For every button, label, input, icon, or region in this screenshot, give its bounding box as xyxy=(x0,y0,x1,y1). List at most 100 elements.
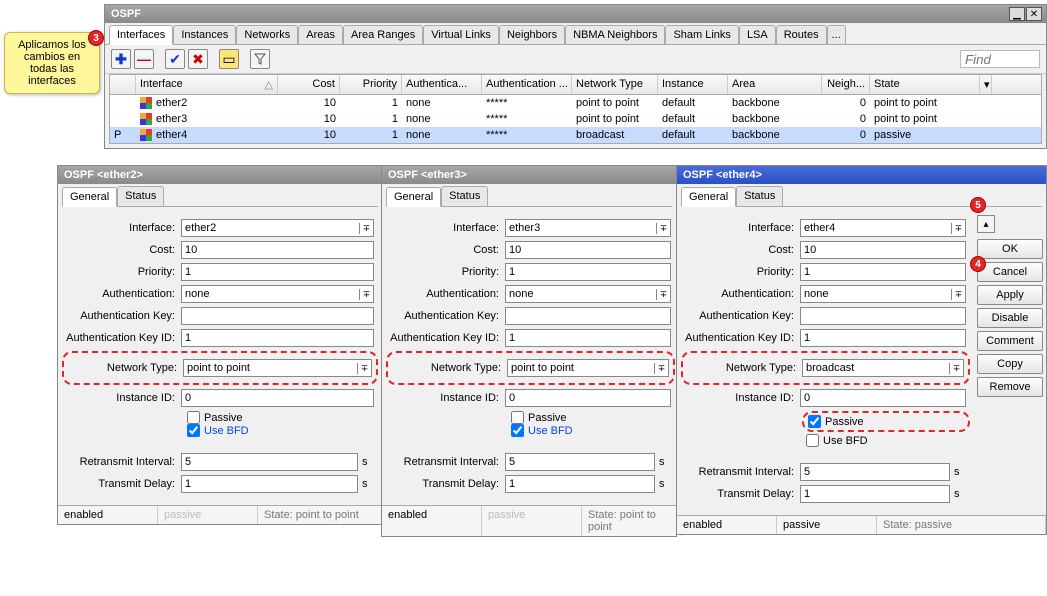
cancel-button[interactable]: Cancel xyxy=(977,262,1043,282)
col-cost[interactable]: Cost xyxy=(278,75,340,94)
col-authkey[interactable]: Authentication ... xyxy=(482,75,572,94)
tab-general[interactable]: General xyxy=(681,187,736,207)
usebfd-label[interactable]: Use BFD xyxy=(528,425,573,437)
authkeyid-input[interactable] xyxy=(800,329,966,347)
authkeyid-input[interactable] xyxy=(181,329,374,347)
copy-button[interactable]: Copy xyxy=(977,354,1043,374)
scroll-up-icon[interactable]: ▴ xyxy=(977,215,995,233)
tab-more[interactable]: ... xyxy=(827,25,846,44)
tab-status[interactable]: Status xyxy=(117,186,164,206)
tab-routes[interactable]: Routes xyxy=(776,25,827,44)
tab-sham-links[interactable]: Sham Links xyxy=(665,25,738,44)
disable-button[interactable]: ✖ xyxy=(188,49,208,69)
passive-row: Passive xyxy=(511,411,671,424)
dialog-ether2: OSPF <ether2> General Status Interface: … xyxy=(57,165,383,525)
tab-status[interactable]: Status xyxy=(736,186,783,206)
cell-interface: ether4 xyxy=(136,127,278,143)
nettype-label: Network Type: xyxy=(687,362,802,374)
nettype-combo[interactable]: broadcast∓ xyxy=(802,359,964,377)
tab-general[interactable]: General xyxy=(386,187,441,207)
retx-label: Retransmit Interval: xyxy=(685,466,800,478)
close-icon[interactable]: ✕ xyxy=(1026,7,1042,21)
passive-checkbox[interactable] xyxy=(511,411,524,424)
tab-neighbors[interactable]: Neighbors xyxy=(499,25,565,44)
col-nettype[interactable]: Network Type xyxy=(572,75,658,94)
col-auth[interactable]: Authentica... xyxy=(402,75,482,94)
tab-general[interactable]: General xyxy=(62,187,117,207)
comment-button[interactable]: ▭ xyxy=(219,49,239,69)
authkey-input[interactable] xyxy=(505,307,671,325)
col-interface[interactable]: Interface △ xyxy=(136,75,278,94)
retx-input[interactable] xyxy=(505,453,655,471)
tab-instances[interactable]: Instances xyxy=(173,25,236,44)
col-priority[interactable]: Priority xyxy=(340,75,402,94)
remove-button[interactable]: Remove xyxy=(977,377,1043,397)
nettype-combo[interactable]: point to point∓ xyxy=(507,359,669,377)
interface-combo[interactable]: ether2∓ xyxy=(181,219,374,237)
retx-input[interactable] xyxy=(800,463,950,481)
usebfd-checkbox[interactable] xyxy=(806,434,819,447)
priority-input[interactable] xyxy=(800,263,966,281)
passive-checkbox[interactable] xyxy=(187,411,200,424)
col-flag[interactable] xyxy=(110,75,136,94)
priority-input[interactable] xyxy=(181,263,374,281)
filter-button[interactable] xyxy=(250,49,270,69)
auth-combo[interactable]: none∓ xyxy=(800,285,966,303)
col-state[interactable]: State xyxy=(870,75,980,94)
authkeyid-input[interactable] xyxy=(505,329,671,347)
cell-authkey: ***** xyxy=(482,111,572,127)
add-button[interactable]: ✚ xyxy=(111,49,131,69)
status-enabled: enabled xyxy=(58,506,158,524)
cost-input[interactable] xyxy=(505,241,671,259)
passive-checkbox[interactable] xyxy=(808,415,821,428)
enable-button[interactable]: ✔ xyxy=(165,49,185,69)
col-neigh[interactable]: Neigh... xyxy=(822,75,870,94)
authkey-input[interactable] xyxy=(800,307,966,325)
cost-input[interactable] xyxy=(800,241,966,259)
col-more[interactable]: ▾ xyxy=(980,75,992,94)
auth-combo[interactable]: none∓ xyxy=(181,285,374,303)
table-row[interactable]: Pether4101none*****broadcastdefaultbackb… xyxy=(110,127,1041,143)
instanceid-input[interactable] xyxy=(505,389,671,407)
tab-areas[interactable]: Areas xyxy=(298,25,343,44)
table-row[interactable]: ether2101none*****point to pointdefaultb… xyxy=(110,95,1041,111)
instanceid-input[interactable] xyxy=(800,389,966,407)
tab-lsa[interactable]: LSA xyxy=(739,25,776,44)
auth-combo[interactable]: none∓ xyxy=(505,285,671,303)
chevron-down-icon: ∓ xyxy=(654,363,668,374)
table-row[interactable]: ether3101none*****point to pointdefaultb… xyxy=(110,111,1041,127)
tab-area-ranges[interactable]: Area Ranges xyxy=(343,25,423,44)
status-passive: passive xyxy=(482,506,582,536)
cost-input[interactable] xyxy=(181,241,374,259)
usebfd-row: Use BFD xyxy=(187,424,374,437)
col-instance[interactable]: Instance xyxy=(658,75,728,94)
usebfd-label[interactable]: Use BFD xyxy=(204,425,249,437)
instanceid-input[interactable] xyxy=(181,389,374,407)
retx-input[interactable] xyxy=(181,453,358,471)
usebfd-checkbox[interactable] xyxy=(511,424,524,437)
tab-nbma-neighbors[interactable]: NBMA Neighbors xyxy=(565,25,665,44)
authkey-input[interactable] xyxy=(181,307,374,325)
cell-area: backbone xyxy=(728,111,822,127)
remove-button[interactable]: — xyxy=(134,49,154,69)
ok-button[interactable]: OK xyxy=(977,239,1043,259)
tdelay-input[interactable] xyxy=(505,475,655,493)
minimize-icon[interactable]: ▁ xyxy=(1009,7,1025,21)
apply-button[interactable]: Apply xyxy=(977,285,1043,305)
usebfd-label[interactable]: Use BFD xyxy=(823,435,868,447)
tab-networks[interactable]: Networks xyxy=(236,25,298,44)
tab-status[interactable]: Status xyxy=(441,186,488,206)
tdelay-input[interactable] xyxy=(800,485,950,503)
tdelay-input[interactable] xyxy=(181,475,358,493)
nettype-combo[interactable]: point to point∓ xyxy=(183,359,372,377)
find-input[interactable] xyxy=(960,50,1040,68)
disable-button[interactable]: Disable xyxy=(977,308,1043,328)
interface-combo[interactable]: ether3∓ xyxy=(505,219,671,237)
interface-combo[interactable]: ether4∓ xyxy=(800,219,966,237)
tab-interfaces[interactable]: Interfaces xyxy=(109,25,173,45)
col-area[interactable]: Area xyxy=(728,75,822,94)
priority-input[interactable] xyxy=(505,263,671,281)
tab-virtual-links[interactable]: Virtual Links xyxy=(423,25,499,44)
usebfd-checkbox[interactable] xyxy=(187,424,200,437)
comment-button[interactable]: Comment xyxy=(977,331,1043,351)
